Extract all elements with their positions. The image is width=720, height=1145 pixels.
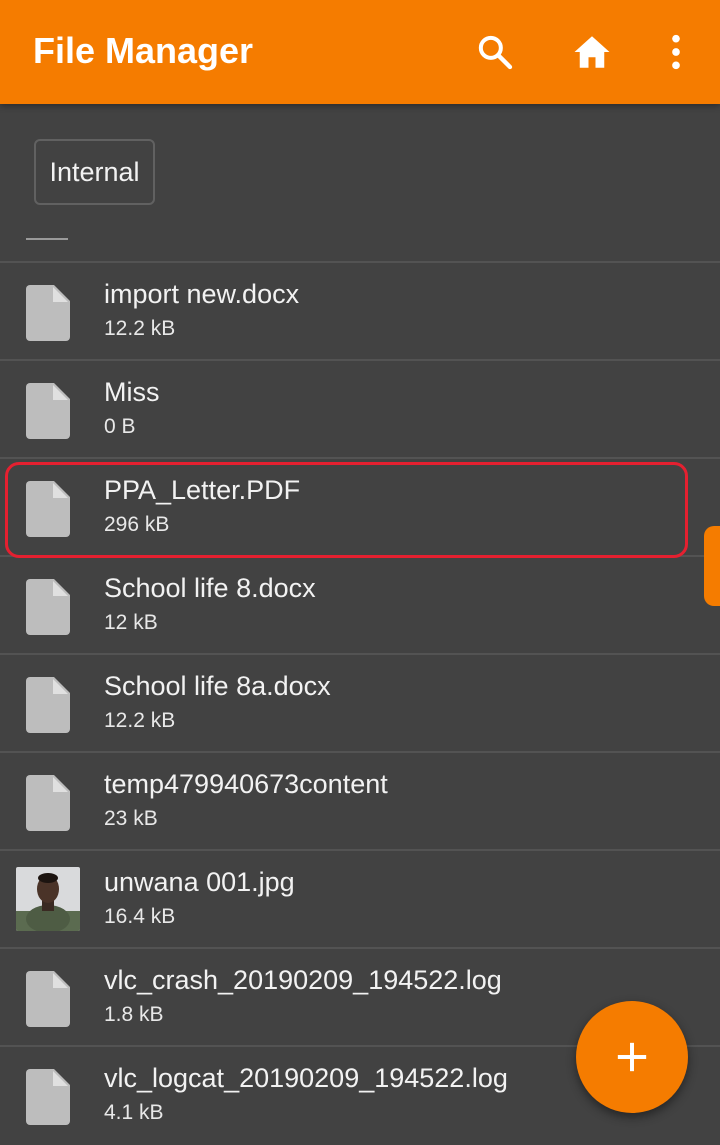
app-toolbar: File Manager <box>0 0 720 104</box>
file-icon <box>26 481 70 537</box>
file-size: 12.2 kB <box>104 317 176 340</box>
file-name: School life 8a.docx <box>104 671 331 701</box>
partial-row-edge <box>26 238 68 240</box>
more-vert-icon <box>672 34 680 70</box>
file-name: vlc_crash_20190209_194522.log <box>104 965 502 995</box>
file-size: 16.4 kB <box>104 905 176 928</box>
add-fab-button[interactable] <box>576 1001 688 1113</box>
file-name: unwana 001.jpg <box>104 867 295 897</box>
file-size: 1.8 kB <box>104 1003 164 1026</box>
file-row[interactable]: import new.docx 12.2 kB <box>0 261 720 359</box>
file-icon <box>26 1069 70 1125</box>
file-size: 12 kB <box>104 611 158 634</box>
plus-icon <box>617 1042 647 1072</box>
file-name: temp479940673content <box>104 769 388 799</box>
file-name: School life 8.docx <box>104 573 316 603</box>
app-title: File Manager <box>33 30 254 71</box>
file-icon <box>26 579 70 635</box>
file-size: 23 kB <box>104 807 158 830</box>
file-name: vlc_logcat_20190209_194522.log <box>104 1063 508 1093</box>
file-icon <box>26 971 70 1027</box>
file-name: Miss <box>104 377 160 407</box>
file-row[interactable]: unwana 001.jpg 16.4 kB <box>0 849 720 947</box>
file-manager-screen: File Manager Internal import new.docx 12.… <box>0 0 720 1145</box>
file-size: 296 kB <box>104 513 170 536</box>
image-thumbnail <box>16 867 80 931</box>
more-options-button[interactable] <box>646 22 706 82</box>
file-row[interactable]: PPA_Letter.PDF 296 kB <box>0 457 720 555</box>
fast-scroll-handle[interactable] <box>704 526 720 606</box>
file-size: 4.1 kB <box>104 1101 164 1124</box>
file-row[interactable]: Miss 0 B <box>0 359 720 457</box>
file-name: import new.docx <box>104 279 300 309</box>
file-row[interactable]: School life 8a.docx 12.2 kB <box>0 653 720 751</box>
file-name: PPA_Letter.PDF <box>104 475 301 505</box>
file-row[interactable]: temp479940673content 23 kB <box>0 751 720 849</box>
file-size: 0 B <box>104 415 136 438</box>
breadcrumb-chip-internal[interactable]: Internal <box>34 139 155 205</box>
file-icon <box>26 775 70 831</box>
file-row[interactable]: School life 8.docx 12 kB <box>0 555 720 653</box>
file-icon <box>26 383 70 439</box>
file-icon <box>26 285 70 341</box>
search-button[interactable] <box>465 22 525 82</box>
home-button[interactable] <box>562 22 622 82</box>
file-icon <box>26 677 70 733</box>
search-icon <box>478 35 513 70</box>
file-size: 12.2 kB <box>104 709 176 732</box>
home-icon <box>574 36 610 68</box>
